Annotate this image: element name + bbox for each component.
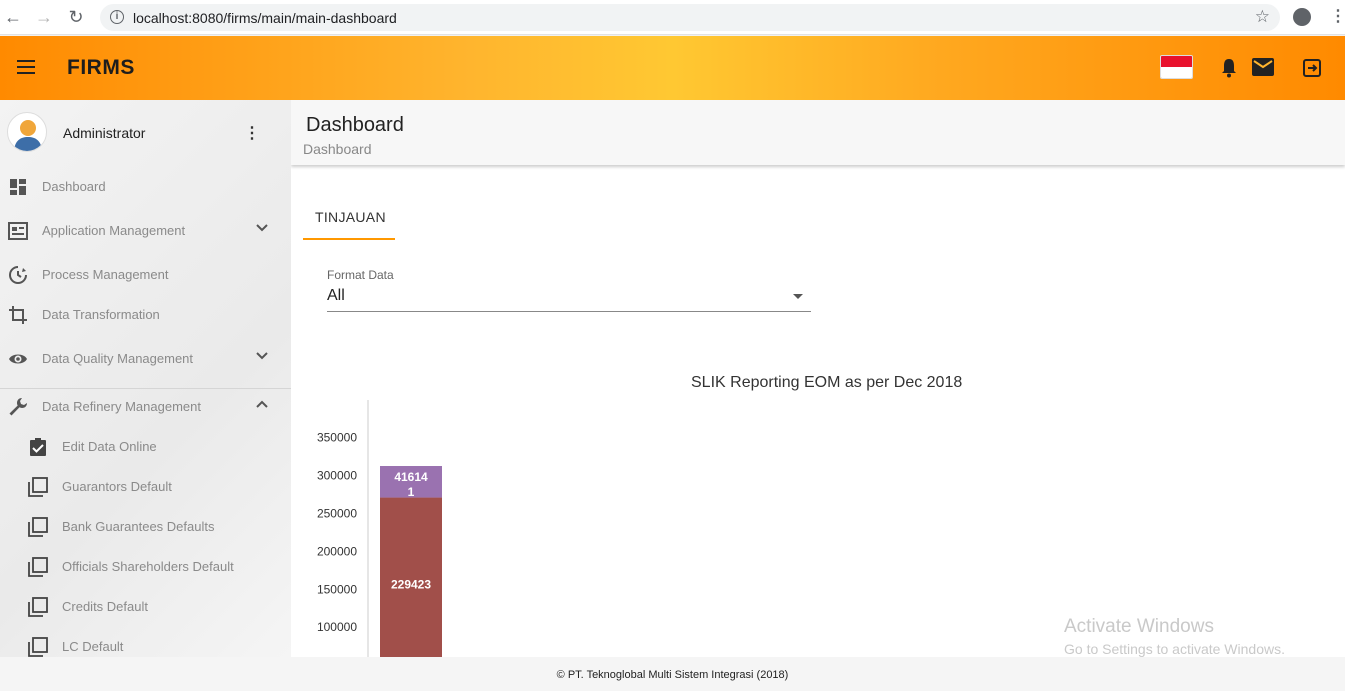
sidebar-subitem-credits-default[interactable]: Credits Default — [0, 587, 291, 627]
page-title: Dashboard — [306, 114, 404, 136]
app-title: FIRMS — [67, 56, 135, 79]
chevron-down-icon[interactable] — [254, 220, 270, 236]
reload-icon[interactable]: ↻ — [65, 6, 87, 28]
breadcrumb[interactable]: Dashboard — [303, 141, 372, 157]
copy-icon — [28, 557, 48, 577]
watermark-title: Activate Windows — [1064, 616, 1214, 637]
user-name: Administrator — [63, 125, 146, 141]
footer-text: © PT. Teknoglobal Multi Sistem Integrasi… — [556, 669, 789, 681]
sidebar-item-label: Dashboard — [42, 179, 106, 194]
watermark-subtitle: Go to Settings to activate Windows. — [1064, 641, 1285, 657]
page-header: Dashboard Dashboard — [291, 100, 1345, 165]
main-content: Dashboard Dashboard TINJAUAN Format Data… — [291, 100, 1345, 657]
mail-icon[interactable] — [1252, 58, 1274, 76]
eye-icon — [9, 354, 27, 364]
sidebar-item-data-transformation[interactable]: Data Transformation — [0, 295, 291, 335]
tab-label: TINJAUAN — [315, 209, 386, 225]
sidebar-item-label: Bank Guarantees Defaults — [62, 519, 215, 534]
checklist-icon — [30, 438, 46, 456]
format-data-select[interactable]: All — [327, 284, 811, 312]
sidebar-item-data-quality-management[interactable]: Data Quality Management — [0, 339, 291, 379]
app-header: FIRMS — [0, 36, 1345, 100]
sidebar-item-application-management[interactable]: Application Management — [0, 211, 291, 251]
bar-data-label: 41614 — [394, 470, 428, 484]
sidebar-subitem-lc-default[interactable]: LC Default — [0, 627, 291, 657]
sidebar-item-process-management[interactable]: Process Management — [0, 255, 291, 295]
back-icon[interactable]: ← — [2, 6, 24, 28]
chevron-down-icon[interactable] — [254, 348, 270, 364]
sidebar-subitem-bank-guarantees-defaults[interactable]: Bank Guarantees Defaults — [0, 507, 291, 547]
process-icon — [9, 266, 27, 284]
copy-icon — [28, 597, 48, 617]
browser-menu-icon[interactable]: ⋮ — [1330, 6, 1345, 28]
url-text[interactable]: localhost:8080/firms/main/main-dashboard — [133, 10, 397, 26]
y-tick-label: 350000 — [317, 431, 357, 445]
sidebar-item-data-refinery-management[interactable]: Data Refinery Management — [0, 387, 291, 427]
format-data-value: All — [327, 287, 345, 304]
copy-icon — [28, 477, 48, 497]
sidebar-subitem-guarantors-default[interactable]: Guarantors Default — [0, 467, 291, 507]
dropdown-caret-icon[interactable] — [793, 294, 803, 299]
user-panel: Administrator ⋮ — [0, 100, 291, 164]
language-flag-icon[interactable] — [1160, 55, 1193, 79]
chevron-up-icon[interactable] — [254, 396, 270, 412]
star-icon[interactable]: ☆ — [1255, 7, 1270, 27]
bar-data-label: 229423 — [391, 578, 431, 592]
browser-toolbar: ← → ↻ i localhost:8080/firms/main/main-d… — [0, 0, 1345, 35]
footer: © PT. Teknoglobal Multi Sistem Integrasi… — [0, 657, 1345, 691]
sidebar-subitem-edit-data-online[interactable]: Edit Data Online — [0, 427, 291, 467]
sidebar-item-dashboard[interactable]: Dashboard — [0, 167, 291, 207]
logout-icon[interactable] — [1303, 59, 1321, 77]
sidebar-item-label: Guarantors Default — [62, 479, 172, 494]
address-bar[interactable]: i localhost:8080/firms/main/main-dashboa… — [100, 4, 1280, 31]
sidebar-item-label: Edit Data Online — [62, 439, 157, 454]
forward-icon[interactable]: → — [33, 6, 55, 28]
sidebar-item-label: Process Management — [42, 267, 169, 282]
y-tick-label: 250000 — [317, 507, 357, 521]
sidebar-item-label: Credits Default — [62, 599, 148, 614]
wrench-icon — [9, 398, 27, 416]
copy-icon — [28, 637, 48, 657]
sidebar-item-label: Data Quality Management — [42, 351, 194, 366]
sidebar-item-label: Officials Shareholders Default — [62, 559, 234, 574]
application-icon — [8, 222, 28, 240]
sidebar-subitem-officials-shareholders-default[interactable]: Officials Shareholders Default — [0, 547, 291, 587]
hamburger-menu-icon[interactable] — [17, 60, 37, 76]
avatar[interactable] — [7, 112, 47, 152]
crop-icon — [9, 306, 27, 324]
notification-bell-icon[interactable] — [1220, 58, 1238, 78]
sidebar-item-label: Application Management — [42, 223, 186, 238]
format-data-label: Format Data — [327, 268, 394, 282]
more-vertical-icon[interactable]: ⋮ — [244, 123, 260, 143]
sidebar-item-label: Data Transformation — [42, 307, 160, 322]
y-tick-label: 100000 — [317, 620, 357, 634]
y-tick-label: 200000 — [317, 544, 357, 558]
copy-icon — [28, 517, 48, 537]
sidebar-item-label: LC Default — [62, 639, 124, 654]
y-tick-label: 150000 — [317, 582, 357, 596]
y-tick-label: 300000 — [317, 469, 357, 483]
sidebar-item-label: Data Refinery Management — [42, 399, 201, 414]
dashboard-icon — [10, 179, 26, 195]
tab-tinjauan[interactable]: TINJAUAN — [303, 200, 395, 240]
profile-icon[interactable] — [1293, 8, 1311, 26]
bar-data-label: 1 — [408, 485, 415, 499]
sidebar: Administrator ⋮ Dashboard Application Ma… — [0, 100, 291, 657]
info-icon[interactable]: i — [110, 10, 124, 24]
